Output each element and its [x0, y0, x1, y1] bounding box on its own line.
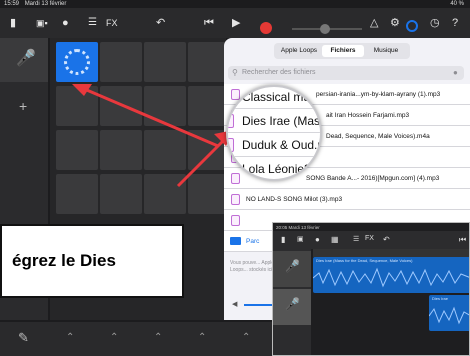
rewind-icon: ⏮	[459, 235, 467, 244]
fx-button: FX	[365, 235, 374, 242]
microphone-track-icon: 🎤	[285, 259, 300, 273]
arrow-to-file	[176, 136, 228, 188]
inset-track-header: 🎤	[273, 289, 311, 325]
mixer-icon: ☰	[353, 236, 360, 243]
magnified-file-row: Dies Irae (Mass	[228, 109, 320, 133]
undo-icon: ↶	[383, 235, 390, 244]
inset-ruler	[313, 249, 469, 257]
grid-icon: ▦	[331, 235, 339, 244]
instruction-callout: égrez le Dies	[0, 224, 184, 298]
magnified-file-row: Lola Léonie3	[228, 157, 320, 179]
inset-toolbar: ▮ ▣ ● ▦ ☰ FX ↶ ⏮	[273, 231, 469, 249]
audio-file-icon	[228, 114, 234, 128]
inset-status-bar: 20:05 Mardi 13 février	[276, 225, 320, 230]
inset-track-headers: 🎤 🎤	[273, 249, 311, 355]
magnified-file-row: Duduk & Oud.m	[228, 133, 320, 157]
inset-track-header: 🎤	[273, 251, 311, 287]
arrow-to-loop-cell	[81, 86, 219, 148]
my-songs-icon: ▮	[281, 235, 286, 244]
waveform	[313, 267, 469, 288]
microphone-track-icon: 🎤	[285, 297, 300, 311]
waveform	[429, 306, 469, 325]
audio-region: Dies Irae (Mass for the Dead, Sequence, …	[313, 257, 469, 293]
microphone-icon: ●	[315, 235, 320, 244]
magnifier-lens: Classical mu Dies Irae (Mass Duduk & Oud…	[226, 85, 322, 181]
audio-file-icon	[228, 138, 234, 152]
audio-region: Dies Irae	[429, 295, 469, 331]
inset-screenshot: 20:05 Mardi 13 février ▮ ▣ ● ▦ ☰ FX ↶ ⏮ …	[272, 222, 470, 356]
magnified-file-row: Classical mu	[228, 87, 320, 109]
browser-view-icon: ▣	[297, 236, 304, 243]
